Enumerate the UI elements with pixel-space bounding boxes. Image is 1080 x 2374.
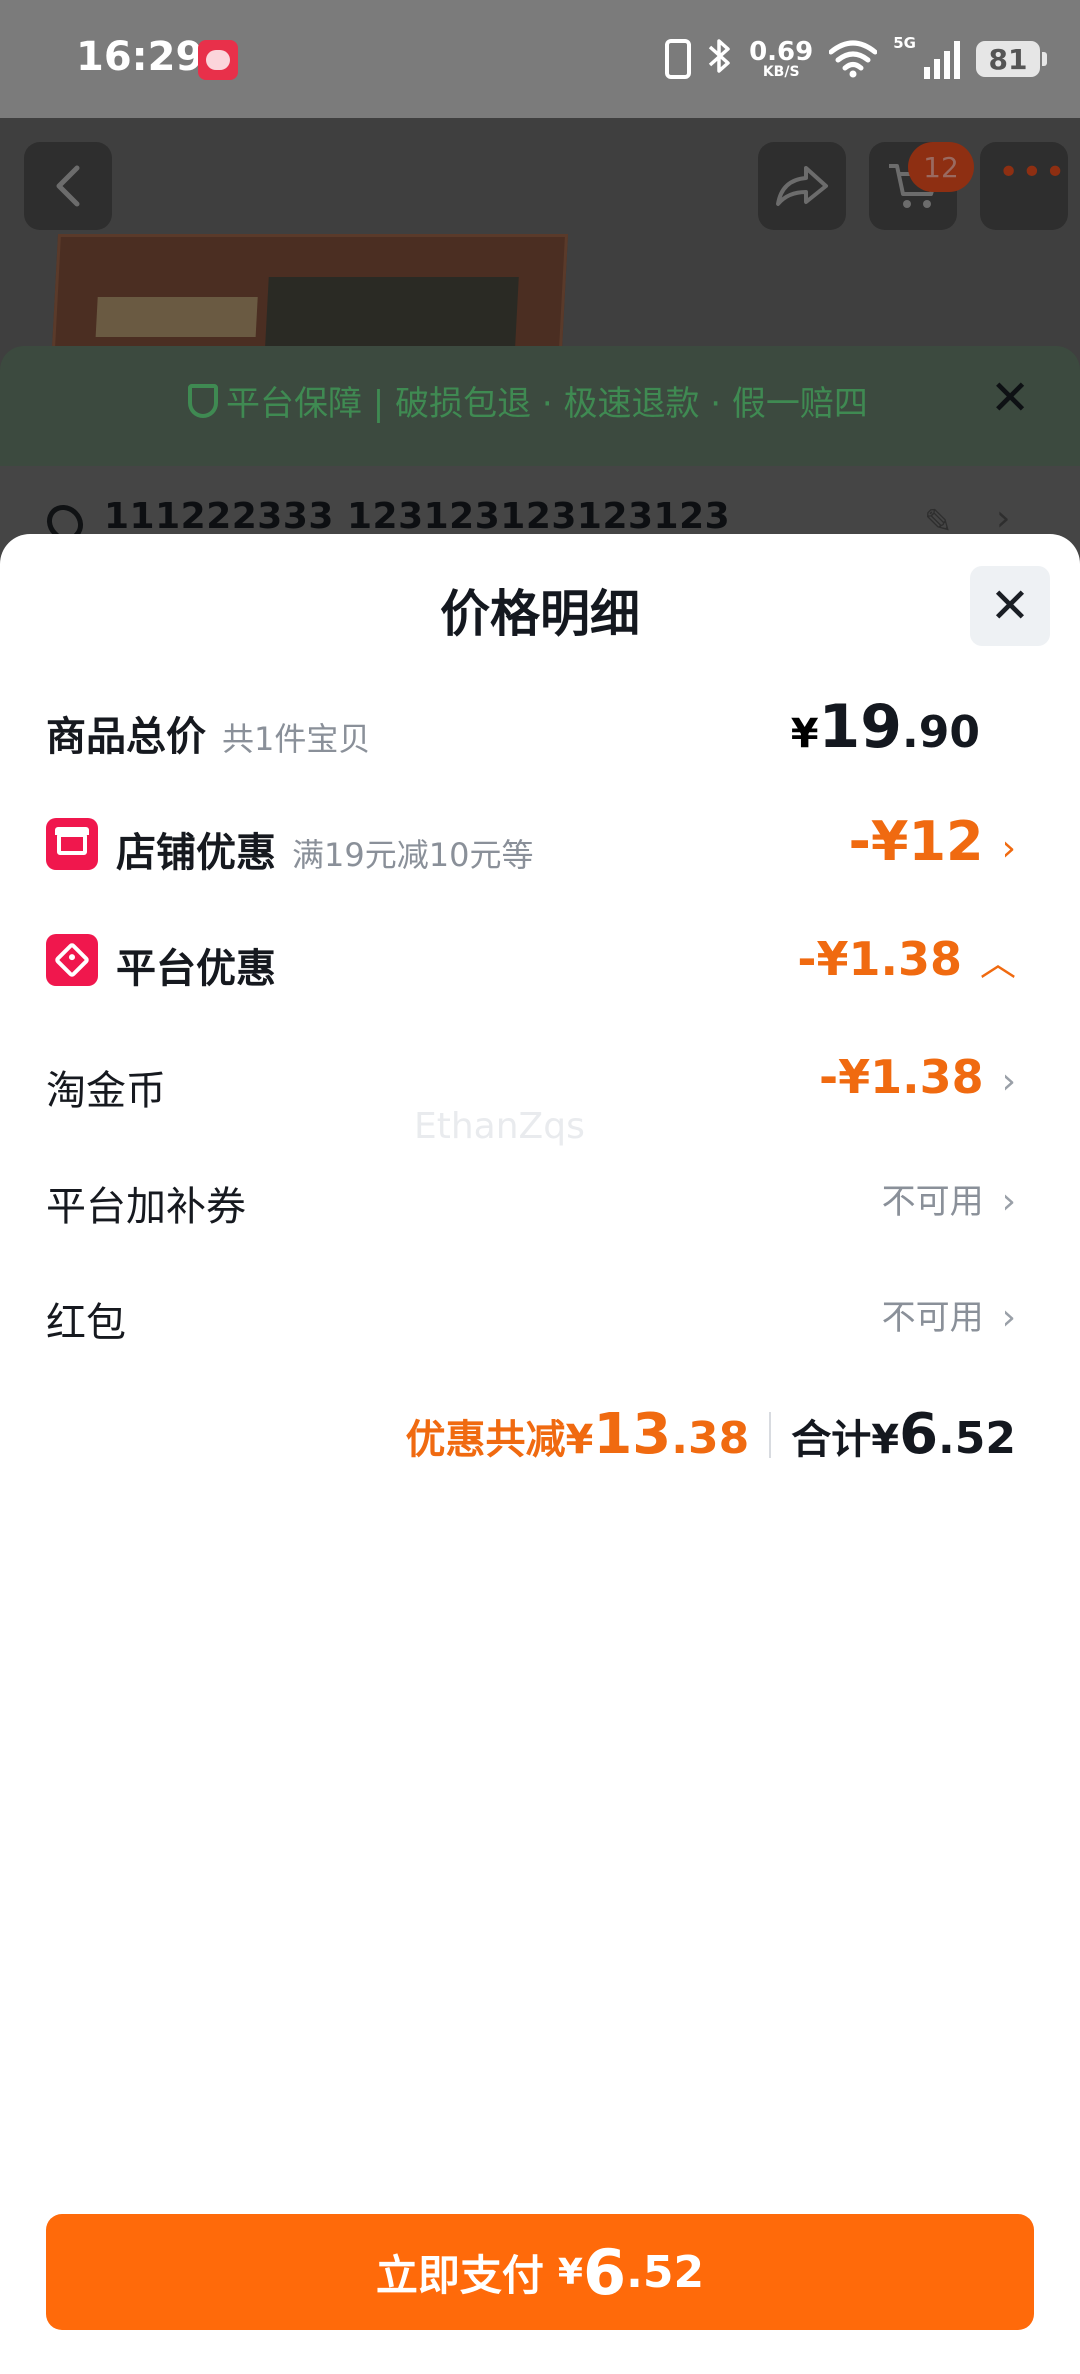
network-speed-value: 0.69 (749, 37, 814, 67)
battery-level: 81 (988, 42, 1028, 76)
pay-button-currency: ¥ (557, 2251, 583, 2293)
shop-discount-row[interactable]: 店铺优惠 满19元减10元等 -¥12 › (0, 810, 1080, 890)
shield-icon (188, 383, 218, 418)
chevron-up-icon: ︿ (979, 943, 1016, 984)
shop-discount-value: -¥12 › (848, 810, 1016, 873)
platform-discount-value: -¥1.38 ︿ (797, 932, 1016, 986)
coin-label: 淘金币 (46, 1068, 166, 1114)
platform-discount-row[interactable]: 平台优惠 -¥1.38 ︿ (0, 926, 1080, 1006)
platform-discount-label: 平台优惠 (116, 946, 276, 992)
shop-icon (46, 818, 98, 870)
signal-icon (924, 39, 960, 79)
status-icons: 0.69 KB/S 5G 81 (665, 34, 1047, 84)
close-button[interactable]: ✕ (970, 566, 1050, 646)
product-package-label (95, 297, 258, 337)
address-text: 111222333 123123123123123 (104, 496, 731, 537)
total-price-label: 商品总价 共1件宝贝 (46, 704, 370, 762)
tag-icon (46, 934, 98, 986)
chevron-right-icon: › (1001, 1061, 1016, 1102)
savings-summary: 优惠共减¥13.38 (406, 1402, 750, 1467)
coupon-status: 不可用 (881, 1182, 984, 1222)
savings-dec: .38 (671, 1413, 750, 1464)
total-price-title: 商品总价 (46, 714, 206, 760)
network-speed-unit: KB/S (762, 64, 800, 80)
pay-button-label: 立即支付 (375, 2250, 544, 2300)
total-int: 6 (899, 1402, 939, 1467)
chevron-right-icon: › (996, 498, 1011, 539)
status-bar: 16:29 0.69 KB/S 5G 81 (0, 0, 1080, 118)
pay-button-int: 6 (582, 2235, 627, 2309)
redpack-label: 红包 (46, 1300, 126, 1346)
total-price-row: 商品总价 共1件宝贝 ¥ 19 .90 (0, 692, 1080, 772)
chevron-right-icon: › (1001, 1181, 1016, 1222)
chevron-right-icon: › (1001, 828, 1016, 869)
price-detail-sheet: 价格明细 ✕ 商品总价 共1件宝贝 ¥ 19 .90 店铺优惠 满19元减10元等 … (0, 534, 1080, 2374)
total-currency: ¥ (871, 1417, 900, 1463)
coin-amount: -¥1.38 (819, 1050, 984, 1104)
watermark: EthanZqs (414, 1106, 585, 1147)
redpack-status: 不可用 (881, 1298, 984, 1338)
back-button[interactable] (24, 142, 112, 230)
total-label: 合计 (791, 1417, 872, 1463)
total-price-currency: ¥ (790, 711, 819, 757)
sheet-title: 价格明细 (440, 585, 640, 643)
total-price-dec: .90 (902, 707, 980, 758)
summary-divider (769, 1411, 772, 1458)
battery-icon: 81 (976, 41, 1047, 77)
share-button[interactable] (758, 142, 846, 230)
coupon-row[interactable]: 平台加补券 不可用 › (0, 1158, 1080, 1238)
more-dots-icon: ••• (998, 152, 1068, 193)
shop-discount-title: 店铺优惠 (116, 830, 276, 876)
savings-int: 13 (593, 1402, 672, 1467)
bluetooth-icon (707, 37, 733, 82)
wifi-icon (828, 40, 878, 78)
shop-discount-label: 店铺优惠 满19元减10元等 (116, 820, 533, 878)
price-summary: 优惠共减¥13.38 合计¥6.52 (406, 1402, 1017, 1467)
network-speed: 0.69 KB/S (749, 39, 813, 79)
cart-count-badge: 12 (908, 142, 974, 192)
total-summary: 合计¥6.52 (791, 1402, 1016, 1467)
network-type: 5G (893, 34, 916, 52)
savings-currency: ¥ (565, 1417, 594, 1463)
pay-now-button[interactable]: 立即支付 ¥6.52 (46, 2214, 1034, 2330)
guarantee-close-icon[interactable]: ✕ (990, 374, 1030, 422)
status-time: 16:29 (76, 34, 204, 80)
platform-discount-amount: -¥1.38 (797, 932, 962, 986)
pay-button-dec: .52 (626, 2246, 705, 2298)
guarantee-text: 平台保障 | 破损包退 · 极速退款 · 假一赔四 (188, 376, 868, 425)
total-price-value: ¥ 19 .90 (791, 692, 980, 762)
close-icon: ✕ (989, 578, 1031, 634)
vibrate-icon (665, 39, 692, 79)
coin-value: -¥1.38 › (819, 1050, 1016, 1104)
shop-discount-amount: -¥12 (848, 810, 984, 873)
total-price-count: 共1件宝贝 (222, 720, 371, 758)
app-notification-icon (198, 40, 238, 80)
guarantee-label: 平台保障 | 破损包退 · 极速退款 · 假一赔四 (226, 384, 868, 424)
savings-label: 优惠共减 (405, 1417, 566, 1463)
coupon-value: 不可用 › (882, 1174, 1016, 1223)
chevron-right-icon: › (1001, 1297, 1016, 1338)
total-price-int: 19 (818, 692, 903, 762)
total-dec: .52 (938, 1413, 1016, 1464)
coupon-label: 平台加补券 (46, 1184, 246, 1230)
redpack-value: 不可用 › (882, 1290, 1016, 1339)
redpack-row[interactable]: 红包 不可用 › (0, 1274, 1080, 1354)
shop-discount-rule: 满19元减10元等 (292, 836, 534, 874)
guarantee-bar: 平台保障 | 破损包退 · 极速退款 · 假一赔四 ✕ (0, 346, 1080, 466)
